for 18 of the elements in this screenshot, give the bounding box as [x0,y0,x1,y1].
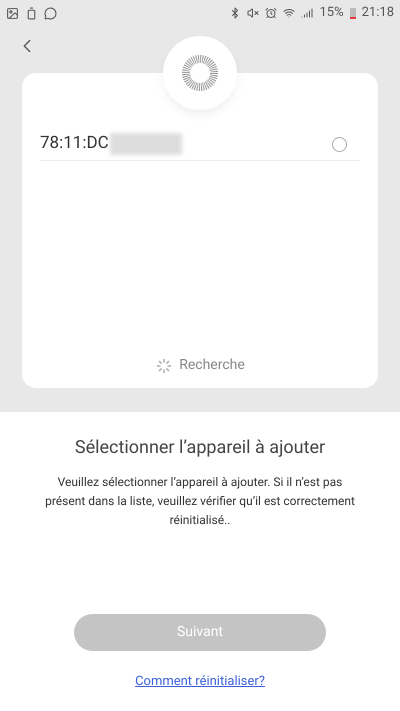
battery-icon [350,7,356,19]
signal-icon [301,7,314,19]
battery-icon [25,6,38,20]
image-icon [6,6,19,20]
description: Veuillez sélectionner l’appareil à ajouter. Si il n’est pas présent dans la liste, veuillez vérifier qu’il est correctement réinitialisé.. [44,474,356,529]
mute-icon [247,7,260,19]
ring-icon [180,53,220,93]
searching-label: Recherche [179,356,245,375]
radio-button[interactable] [332,136,347,152]
alarm-icon [265,7,278,19]
battery-level: 15% [319,4,344,22]
page-title: Sélectionner l’appareil à ajouter [74,436,326,460]
device-row[interactable]: 78:11:DC [40,128,360,161]
clock: 21:18 [362,4,394,22]
chat-icon [44,6,57,20]
spinner-icon [155,356,174,374]
help-link[interactable]: Comment réinitialiser? [135,672,265,691]
device-address: 78:11:DC [40,132,109,156]
